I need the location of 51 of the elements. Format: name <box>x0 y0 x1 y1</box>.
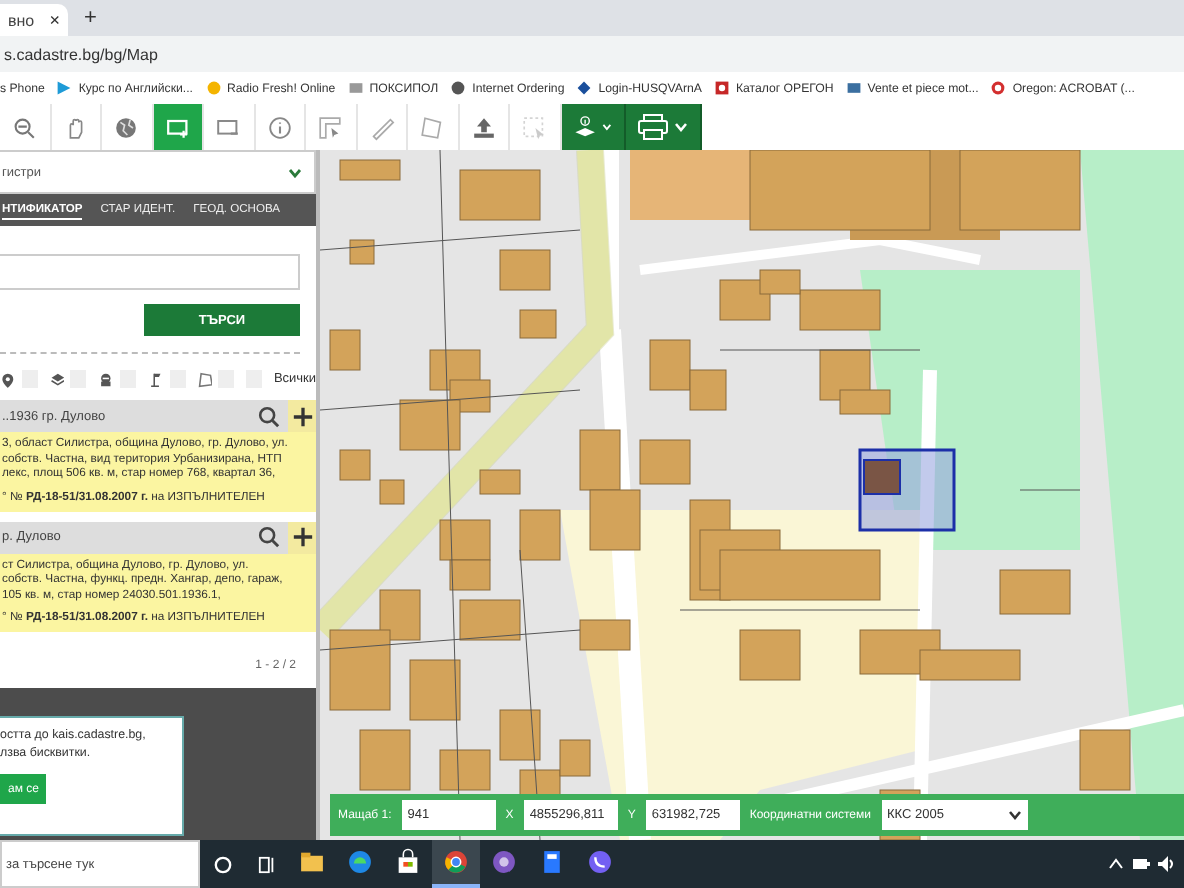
calculator-icon <box>538 848 566 876</box>
folder-icon <box>298 848 326 876</box>
bookmark-icon <box>576 80 593 96</box>
layers-icon <box>49 369 65 389</box>
tab-title: вно <box>8 11 35 29</box>
address-bar[interactable]: s.cadastre.bg/bg/Map <box>0 45 158 63</box>
chevron-icon <box>288 167 302 177</box>
bookmark-icon <box>347 80 364 96</box>
caret-icon <box>601 122 611 132</box>
plus-icon <box>291 405 313 427</box>
corner-ruler-icon <box>316 113 345 141</box>
search-input[interactable] <box>0 254 300 290</box>
info-icon <box>265 113 294 141</box>
bookmark-icon <box>450 80 467 96</box>
zoom-out-icon <box>10 113 39 141</box>
search-icon[interactable] <box>258 526 280 548</box>
chevron-up-icon[interactable] <box>1108 858 1124 870</box>
bookmark-icon <box>990 80 1007 96</box>
task-view-icon <box>257 855 275 873</box>
caret-icon <box>673 122 687 132</box>
printer-icon <box>637 114 667 140</box>
close-icon[interactable]: × <box>49 10 60 30</box>
add-button[interactable] <box>288 400 316 432</box>
new-tab-button[interactable]: + <box>84 6 97 30</box>
layers-dropdown-button[interactable] <box>561 104 625 150</box>
bookmark-icon <box>845 80 862 96</box>
store-bag-icon <box>394 848 422 876</box>
print-dropdown-button[interactable] <box>625 104 701 150</box>
polygon-icon <box>197 369 213 389</box>
circle-icon <box>213 855 231 873</box>
bookmark-icon <box>713 80 730 96</box>
upload-icon <box>469 113 498 141</box>
dashed-select-icon <box>520 113 549 141</box>
browser-tab[interactable]: вно × <box>0 4 68 36</box>
battery-icon[interactable] <box>1132 858 1150 870</box>
building-icon <box>98 369 115 389</box>
phone-bubble-icon <box>586 848 614 876</box>
chrome-icon <box>442 848 470 876</box>
disc-icon <box>490 848 518 876</box>
flag-icon <box>147 369 164 389</box>
plus-icon <box>291 526 313 548</box>
bookmark-icon <box>56 80 73 96</box>
globe-icon <box>112 113 141 141</box>
search-icon[interactable] <box>258 405 280 427</box>
add-button[interactable] <box>288 521 316 553</box>
bookmark-icon <box>205 80 221 96</box>
polygon-icon <box>418 113 447 141</box>
ruler-icon <box>367 113 396 141</box>
chevron-icon <box>1007 810 1021 820</box>
tool-button[interactable] <box>153 104 204 150</box>
speaker-icon[interactable] <box>1158 856 1176 872</box>
